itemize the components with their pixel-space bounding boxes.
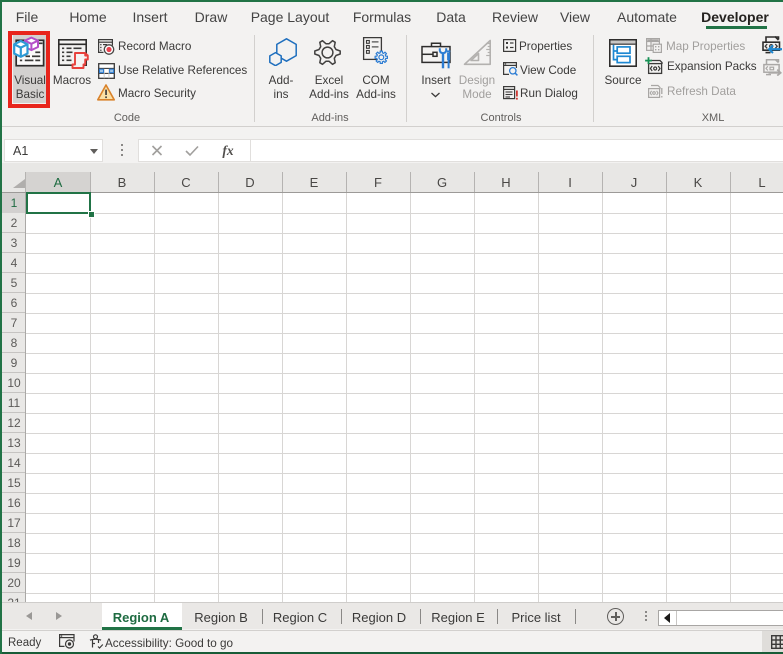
svg-text:fx: fx xyxy=(222,143,233,158)
